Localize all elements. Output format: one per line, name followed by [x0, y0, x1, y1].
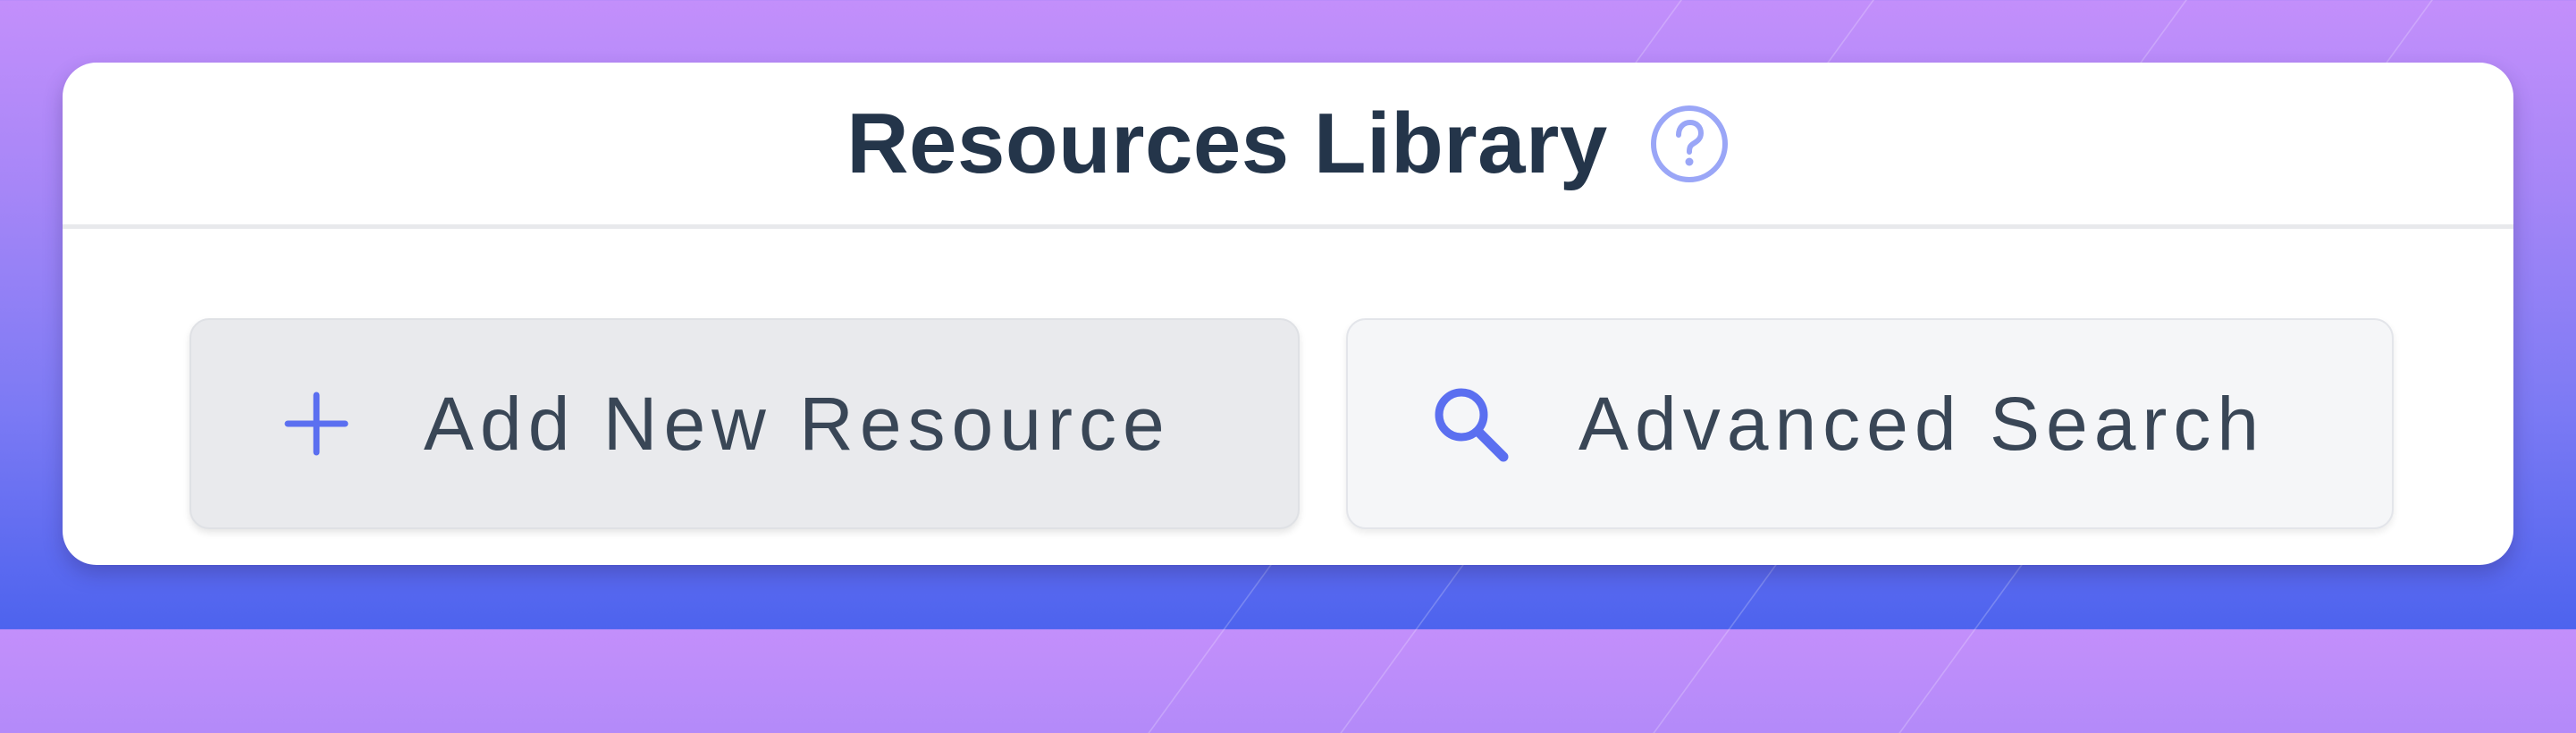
question-circle-icon[interactable]: [1649, 104, 1730, 184]
add-new-resource-label: Add New Resource: [424, 381, 1171, 466]
add-new-resource-button[interactable]: Add New Resource: [189, 318, 1300, 529]
card-header: Resources Library: [63, 63, 2513, 225]
advanced-search-label: Advanced Search: [1578, 381, 2266, 466]
advanced-search-button[interactable]: Advanced Search: [1346, 318, 2394, 529]
plus-icon: [282, 390, 350, 458]
search-icon: [1430, 383, 1511, 464]
resources-library-card: Resources Library Add New Resource Advan…: [63, 63, 2513, 565]
page-title: Resources Library: [846, 96, 1608, 191]
header-divider: [63, 224, 2513, 229]
